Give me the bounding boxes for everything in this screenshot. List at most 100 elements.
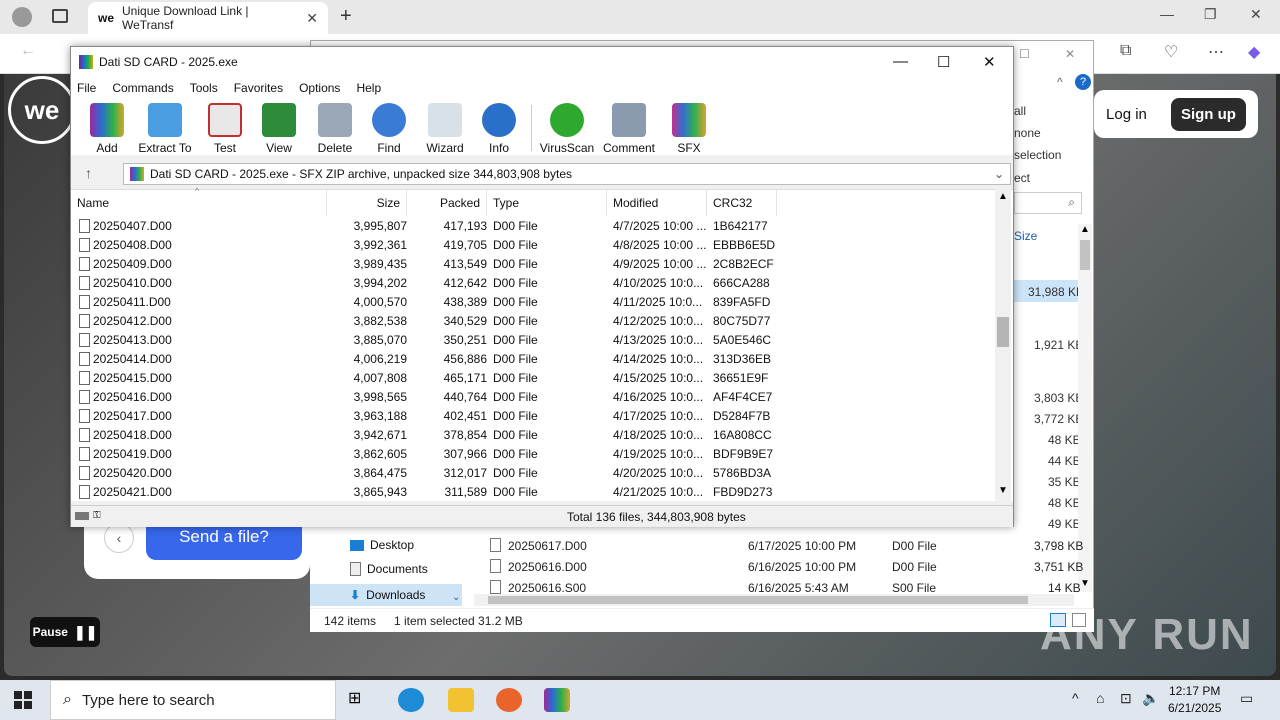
pause-button[interactable]: Pause ❚❚ (30, 617, 100, 647)
explorer-horizontal-scrollbar[interactable] (474, 594, 1074, 606)
edge-icon[interactable] (398, 688, 424, 712)
virusscan-button[interactable]: VirusScan (537, 103, 597, 155)
explorer-collapse-icon[interactable]: ^ (1057, 75, 1063, 89)
table-row[interactable]: 20250410.D00 3,994,202 412,642 D00 File 4/10… (71, 273, 993, 292)
scrollbar-thumb[interactable] (488, 596, 1028, 604)
up-one-level-icon[interactable]: ↑ (85, 165, 92, 181)
column-header-name[interactable]: Name ^ (71, 186, 327, 216)
tab-wetransfer[interactable]: we Unique Download Link | WeTransf ✕ (88, 2, 328, 34)
table-row[interactable]: 20250407.D00 3,995,807 417,193 D00 File 4/7/… (71, 216, 993, 235)
column-header-modified[interactable]: Modified (607, 190, 707, 216)
firefox-icon[interactable] (496, 688, 522, 712)
column-header-size[interactable]: Size (327, 190, 407, 216)
details-view-icon[interactable] (1050, 613, 1066, 627)
copilot-icon[interactable]: ◆ (1248, 42, 1260, 62)
select-none-option[interactable]: none (1014, 126, 1041, 140)
scrollbar-thumb[interactable] (997, 317, 1009, 347)
maximize-icon[interactable]: ☐ (937, 53, 950, 71)
extract-to-button[interactable]: Extract To (135, 103, 195, 155)
menu-file[interactable]: File (77, 81, 96, 95)
archive-vertical-scrollbar[interactable]: ▲ ▼ (995, 189, 1011, 501)
network-icon[interactable]: ⌂ (1096, 690, 1104, 706)
new-tab-button[interactable]: + (340, 5, 352, 28)
minimize-icon[interactable]: — (1160, 6, 1174, 22)
table-row[interactable]: 20250413.D00 3,885,070 350,251 D00 File 4/13… (71, 330, 993, 349)
back-chevron-icon[interactable]: ‹ (104, 523, 134, 553)
table-row[interactable]: 20250408.D00 3,992,361 419,705 D00 File 4/8/… (71, 235, 993, 254)
back-arrow-icon[interactable]: ← (20, 42, 36, 60)
signup-button[interactable]: Sign up (1170, 97, 1246, 131)
close-window-icon[interactable]: ✕ (1250, 6, 1262, 23)
table-row[interactable]: 20250417.D00 3,963,188 402,451 D00 File 4/17… (71, 406, 993, 425)
wizard-button[interactable]: Wizard (415, 103, 475, 155)
windows-start-icon[interactable] (14, 691, 32, 709)
table-row[interactable]: 20250409.D00 3,989,435 413,549 D00 File 4/9/… (71, 254, 993, 273)
browser-essentials-icon[interactable]: ♡ (1164, 42, 1178, 62)
menu-help[interactable]: Help (356, 81, 381, 95)
large-icons-view-icon[interactable] (1072, 613, 1086, 627)
add-button[interactable]: Add (77, 103, 137, 155)
explorer-search-input[interactable]: ⌕ (1014, 192, 1082, 214)
table-row[interactable]: 20250415.D00 4,007,808 465,171 D00 File 4/15… (71, 368, 993, 387)
table-row[interactable]: 20250419.D00 3,862,605 307,966 D00 File 4/19… (71, 444, 993, 463)
find-button[interactable]: Find (359, 103, 419, 155)
select-all-option[interactable]: all (1014, 104, 1026, 118)
winrar-taskbar-icon[interactable] (544, 688, 570, 712)
wetransfer-logo[interactable]: we (8, 76, 76, 144)
table-row[interactable]: 20250412.D00 3,882,538 340,529 D00 File 4/12… (71, 311, 993, 330)
comment-button[interactable]: Comment (599, 103, 659, 155)
table-row[interactable]: 20250420.D00 3,864,475 312,017 D00 File 4/20… (71, 463, 993, 482)
nav-scroll-down-icon[interactable]: ⌄ (452, 592, 460, 603)
table-row[interactable]: 20250418.D00 3,942,671 378,854 D00 File 4/18… (71, 425, 993, 444)
scroll-down-icon[interactable]: ▼ (998, 485, 1008, 496)
list-item[interactable]: 20250617.D00 6/17/2025 10:00 PM D00 File… (490, 536, 1090, 556)
login-link[interactable]: Log in (1106, 106, 1147, 123)
info-button[interactable]: Info (469, 103, 529, 155)
taskbar-search-box[interactable]: ⌕ Type here to search (50, 680, 336, 720)
table-row[interactable]: 20250421.D00 3,865,943 311,589 D00 File 4/21… (71, 482, 993, 501)
sfx-button[interactable]: SFX (659, 103, 719, 155)
delete-button[interactable]: Delete (305, 103, 365, 155)
explorer-help-icon[interactable]: ? (1075, 74, 1091, 90)
scroll-up-icon[interactable]: ▲ (1080, 224, 1090, 235)
list-item[interactable]: 20250616.D00 6/16/2025 10:00 PM D00 File… (490, 557, 1090, 577)
scroll-up-icon[interactable]: ▲ (998, 191, 1008, 202)
menu-favorites[interactable]: Favorites (234, 81, 283, 95)
notifications-icon[interactable]: ▭ (1240, 690, 1253, 707)
table-row[interactable]: 20250416.D00 3,998,565 440,764 D00 File 4/16… (71, 387, 993, 406)
test-button[interactable]: Test (195, 103, 255, 155)
table-row[interactable]: 20250414.D00 4,006,219 456,886 D00 File 4/14… (71, 349, 993, 368)
invert-selection-option[interactable]: selection (1014, 148, 1061, 162)
explorer-close-icon[interactable]: ✕ (1065, 47, 1075, 61)
nav-item-downloads[interactable]: ⬇ Downloads (310, 584, 462, 606)
column-header-crc32[interactable]: CRC32 (707, 190, 777, 216)
scrollbar-thumb[interactable] (1080, 240, 1090, 270)
task-view-icon[interactable]: ⊞ (348, 688, 374, 712)
nav-item-documents[interactable]: Documents (350, 562, 428, 576)
tray-overflow-icon[interactable]: ^ (1072, 690, 1079, 706)
table-row[interactable]: 20250411.D00 4,000,570 438,389 D00 File 4/11… (71, 292, 993, 311)
profile-icon[interactable] (12, 7, 32, 27)
path-field[interactable]: Dati SD CARD - 2025.exe - SFX ZIP archiv… (123, 163, 1011, 185)
column-header-type[interactable]: Type (487, 190, 607, 216)
view-button[interactable]: View (249, 103, 309, 155)
restore-icon[interactable]: ❐ (1204, 6, 1217, 23)
wifi-icon[interactable]: ⊡ (1120, 690, 1132, 707)
menu-commands[interactable]: Commands (112, 81, 173, 95)
column-header-packed[interactable]: Packed (407, 190, 487, 216)
nav-item-desktop[interactable]: Desktop (350, 538, 414, 552)
tab-close-icon[interactable]: ✕ (306, 10, 318, 27)
explorer-restore-icon[interactable]: ☐ (1019, 47, 1030, 61)
path-dropdown-icon[interactable]: ⌄ (994, 167, 1004, 181)
menu-tools[interactable]: Tools (190, 81, 218, 95)
more-menu-icon[interactable]: ⋯ (1208, 42, 1224, 62)
close-icon[interactable]: ✕ (983, 53, 996, 71)
collections-icon[interactable]: ⧉ (1120, 42, 1131, 60)
file-explorer-icon[interactable] (448, 688, 474, 712)
size-column-header[interactable]: Size (1014, 229, 1037, 243)
volume-icon[interactable]: 🔈 (1142, 690, 1159, 707)
minimize-icon[interactable]: — (893, 53, 908, 70)
tab-actions-icon[interactable] (52, 9, 68, 23)
system-clock[interactable]: 12:17 PM 6/21/2025 (1168, 683, 1221, 717)
menu-options[interactable]: Options (299, 81, 340, 95)
